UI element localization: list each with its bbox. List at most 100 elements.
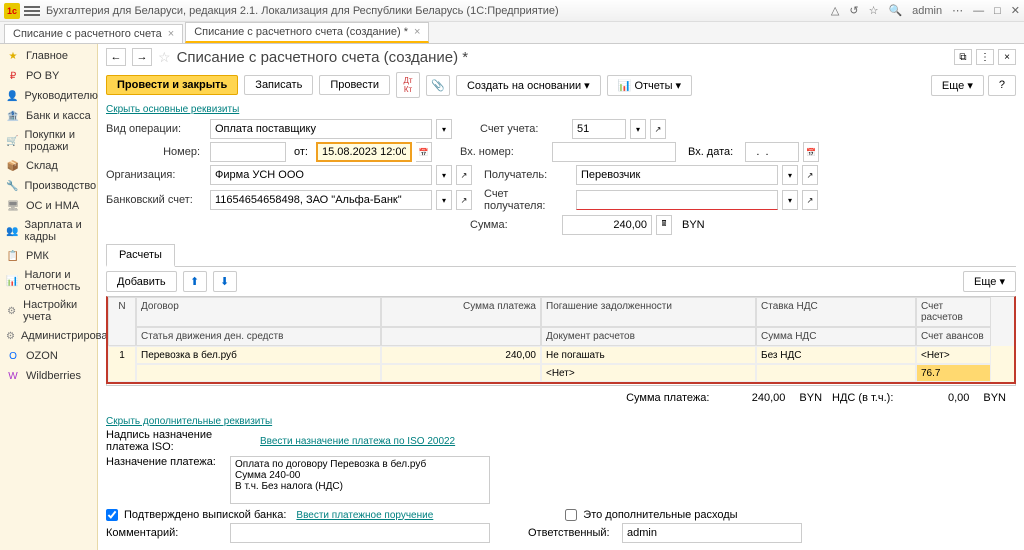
maximize-icon[interactable]: □ xyxy=(994,5,1001,17)
sidebar-item[interactable]: 🛒Покупки и продажи xyxy=(0,126,97,156)
minimize-icon[interactable]: — xyxy=(973,5,984,17)
number-input[interactable] xyxy=(210,142,286,162)
sidebar-item[interactable]: WWildberries xyxy=(0,366,97,386)
sidebar-item[interactable]: 📊Налоги и отчетность xyxy=(0,266,97,296)
open-icon[interactable]: ↗ xyxy=(650,119,666,139)
post-and-close-button[interactable]: Провести и закрыть xyxy=(106,75,238,95)
sidebar-item[interactable]: 👤Руководителю xyxy=(0,86,97,106)
link-icon[interactable]: ⧉ xyxy=(954,49,972,65)
close-icon[interactable]: × xyxy=(168,28,174,40)
cell-schetav[interactable]: 76.7 xyxy=(916,364,991,382)
cell-pogash[interactable]: Не погашать xyxy=(541,346,756,364)
help-button[interactable]: ? xyxy=(988,75,1016,96)
sidebar-item[interactable]: ⚙Администрирование xyxy=(0,326,97,346)
open-icon[interactable]: ↗ xyxy=(802,165,818,185)
open-icon[interactable]: ↗ xyxy=(456,165,472,185)
col-stavka[interactable]: Ставка НДС xyxy=(756,297,916,327)
sidebar-item[interactable]: 🏦Банк и касса xyxy=(0,106,97,126)
hamburger-icon[interactable] xyxy=(24,3,40,19)
col-statya[interactable]: Статья движения ден. средств xyxy=(136,327,381,346)
col-schet[interactable]: Счет расчетов xyxy=(916,297,991,327)
move-up-button[interactable]: ⬆ xyxy=(183,271,207,292)
doc-tab-1[interactable]: Списание с расчетного счета× xyxy=(4,24,183,43)
sidebar-item[interactable]: 📋РМК xyxy=(0,246,97,266)
history-icon[interactable]: ↺ xyxy=(849,4,858,17)
sidebar-item[interactable]: ★Главное xyxy=(0,46,97,66)
sum-input[interactable] xyxy=(562,215,652,235)
doc-tab-2[interactable]: Списание с расчетного счета (создание) *… xyxy=(185,22,429,43)
hide-main-link[interactable]: Скрыть основные реквизиты xyxy=(98,104,1024,119)
in-num-input[interactable] xyxy=(552,142,676,162)
close-icon[interactable]: ✕ xyxy=(1011,4,1020,17)
dropdown-icon[interactable]: ▾ xyxy=(436,165,452,185)
more-icon[interactable]: ⋮ xyxy=(976,49,994,65)
forward-button[interactable]: → xyxy=(132,48,152,66)
calendar-icon[interactable]: 📅 xyxy=(803,142,819,162)
acc-input[interactable] xyxy=(572,119,626,139)
col-sum[interactable]: Сумма платежа xyxy=(381,297,541,327)
add-row-button[interactable]: Добавить xyxy=(106,271,177,292)
close-doc-icon[interactable]: × xyxy=(998,49,1016,65)
star-icon[interactable]: ☆ xyxy=(869,4,879,17)
cell-n[interactable]: 1 xyxy=(108,346,136,382)
dt-kt-button[interactable]: ДтКт xyxy=(396,72,420,98)
col-docras[interactable]: Документ расчетов xyxy=(541,327,756,346)
bell-icon[interactable]: △ xyxy=(831,4,839,17)
date-input[interactable] xyxy=(316,142,412,162)
save-button[interactable]: Записать xyxy=(244,75,313,95)
search-icon[interactable]: 🔍 xyxy=(888,4,902,17)
col-n[interactable]: N xyxy=(108,297,136,346)
confirmed-checkbox[interactable] xyxy=(106,509,118,521)
op-type-input[interactable] xyxy=(210,119,432,139)
hide-add-link[interactable]: Скрыть дополнительные реквизиты xyxy=(106,414,1016,429)
post-button[interactable]: Провести xyxy=(319,75,390,95)
bank-acc-input[interactable] xyxy=(210,190,432,210)
grid-more-button[interactable]: Еще ▾ xyxy=(963,271,1016,292)
tab-raschety[interactable]: Расчеты xyxy=(106,244,175,267)
cell-dogovor[interactable]: Перевозка в бел.руб xyxy=(136,346,381,364)
open-icon[interactable]: ↗ xyxy=(802,190,818,210)
cell-schet[interactable]: <Нет> xyxy=(916,346,991,364)
open-icon[interactable]: ↗ xyxy=(456,190,472,210)
sidebar-item[interactable]: 🖥ОС и НМА xyxy=(0,196,97,216)
sidebar-item[interactable]: ₽РО BY xyxy=(0,66,97,86)
dropdown-icon[interactable]: ▾ xyxy=(782,190,798,210)
dropdown-icon[interactable]: ▾ xyxy=(782,165,798,185)
settings-icon[interactable]: ⋯ xyxy=(952,4,963,17)
cell-stavka[interactable]: Без НДС xyxy=(756,346,916,364)
org-input[interactable] xyxy=(210,165,432,185)
cell-sum[interactable]: 240,00 xyxy=(381,346,541,364)
calendar-icon[interactable]: 📅 xyxy=(416,142,432,162)
col-dogovor[interactable]: Договор xyxy=(136,297,381,327)
favorite-icon[interactable]: ☆ xyxy=(158,49,171,66)
sidebar-item[interactable]: ⚙Настройки учета xyxy=(0,296,97,326)
add-expenses-checkbox[interactable] xyxy=(565,509,577,521)
sidebar-item[interactable]: OOZON xyxy=(0,346,97,366)
payee-input[interactable] xyxy=(576,165,778,185)
sidebar-item[interactable]: 🔧Производство xyxy=(0,176,97,196)
payee-acc-input[interactable] xyxy=(576,190,778,210)
back-button[interactable]: ← xyxy=(106,48,126,66)
create-based-button[interactable]: Создать на основании ▾ xyxy=(456,75,601,96)
move-down-button[interactable]: ⬇ xyxy=(213,271,237,292)
comment-input[interactable] xyxy=(230,523,490,543)
col-schetav[interactable]: Счет авансов xyxy=(916,327,991,346)
calc-icon[interactable]: 🖩 xyxy=(656,215,672,235)
dropdown-icon[interactable]: ▾ xyxy=(436,190,452,210)
purpose-textarea[interactable] xyxy=(230,456,490,504)
user-label[interactable]: admin xyxy=(912,5,942,17)
col-sumnds[interactable]: Сумма НДС xyxy=(756,327,916,346)
dropdown-icon[interactable]: ▾ xyxy=(630,119,646,139)
sidebar-item[interactable]: 👥Зарплата и кадры xyxy=(0,216,97,246)
sidebar-item[interactable]: 📦Склад xyxy=(0,156,97,176)
reports-button[interactable]: 📊 Отчеты ▾ xyxy=(607,75,692,96)
enter-pp-link[interactable]: Ввести платежное поручение xyxy=(292,510,433,521)
cell-statya[interactable] xyxy=(136,364,381,382)
cell-docras[interactable]: <Нет> xyxy=(541,364,756,382)
attach-button[interactable]: 📎 xyxy=(426,75,450,96)
close-icon[interactable]: × xyxy=(414,26,420,38)
col-pogash[interactable]: Погашение задолженности xyxy=(541,297,756,327)
in-date-input[interactable] xyxy=(745,142,799,162)
more-button[interactable]: Еще ▾ xyxy=(931,75,984,96)
dropdown-icon[interactable]: ▾ xyxy=(436,119,452,139)
